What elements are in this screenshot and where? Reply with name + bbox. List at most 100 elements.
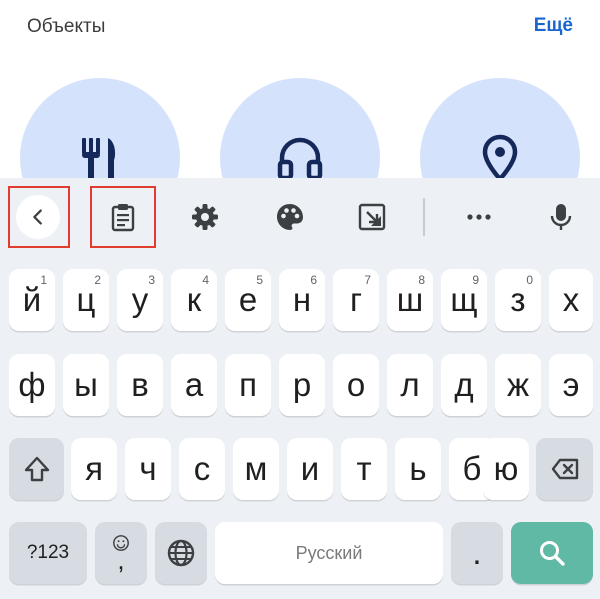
- key-label: о: [346, 366, 366, 403]
- key-label: к: [186, 281, 202, 318]
- backspace-icon: [551, 458, 578, 480]
- search-icon: [540, 541, 565, 566]
- key-е[interactable]: е5: [225, 269, 271, 331]
- highlight-back: [8, 186, 70, 248]
- key-у[interactable]: у3: [117, 269, 163, 331]
- key-м[interactable]: м: [233, 438, 279, 500]
- key-label: ф: [18, 366, 46, 403]
- space-label: Русский: [295, 542, 363, 563]
- key-ш[interactable]: ш8: [387, 269, 433, 331]
- key-hint: 5: [256, 273, 263, 287]
- key-label: ы: [74, 366, 98, 403]
- key-label: ,: [117, 545, 125, 575]
- language-key[interactable]: [155, 522, 207, 584]
- shift-icon: [24, 456, 49, 482]
- key-э[interactable]: э: [549, 354, 593, 416]
- key-label: в: [131, 366, 149, 403]
- key-hint: 9: [472, 273, 479, 287]
- key-к[interactable]: к4: [171, 269, 217, 331]
- key-label: а: [184, 366, 204, 403]
- key-hint: 2: [94, 273, 101, 287]
- key-label: ж: [506, 366, 530, 403]
- key-п[interactable]: п: [225, 354, 271, 416]
- toolbar-divider: [423, 198, 425, 236]
- key-ц[interactable]: ц2: [63, 269, 109, 331]
- key-р[interactable]: р: [279, 354, 325, 416]
- key-hint: 3: [148, 273, 155, 287]
- key-label: н: [292, 281, 312, 318]
- key-label: и: [300, 450, 320, 487]
- key-hint: 6: [310, 273, 317, 287]
- globe-icon: [167, 539, 195, 567]
- key-ч[interactable]: ч: [125, 438, 171, 500]
- key-label: ч: [139, 450, 157, 487]
- location-pin-icon: [482, 134, 518, 182]
- more-button[interactable]: [451, 188, 507, 246]
- key-л[interactable]: л: [387, 354, 433, 416]
- space-key[interactable]: Русский: [215, 522, 443, 584]
- key-ю[interactable]: ю: [483, 438, 529, 500]
- key-label: э: [562, 366, 580, 403]
- key-ж[interactable]: ж: [495, 354, 541, 416]
- settings-button[interactable]: [177, 188, 233, 246]
- key-о[interactable]: о: [333, 354, 379, 416]
- backspace-key[interactable]: [536, 438, 593, 500]
- mic-icon: [550, 204, 572, 230]
- key-ф[interactable]: ф: [9, 354, 55, 416]
- key-label: т: [356, 450, 372, 487]
- key-щ[interactable]: щ9: [441, 269, 487, 331]
- key-label: ?123: [26, 542, 70, 563]
- key-х[interactable]: х: [549, 269, 593, 331]
- key-label: д: [454, 366, 474, 403]
- more-dots-icon: [467, 214, 491, 220]
- key-д[interactable]: д: [441, 354, 487, 416]
- voice-input-button[interactable]: [533, 188, 589, 246]
- key-label: м: [244, 450, 268, 487]
- highlight-clipboard: [90, 186, 156, 248]
- key-й[interactable]: й1: [9, 269, 55, 331]
- key-я[interactable]: я: [71, 438, 117, 500]
- symbols-key[interactable]: ?123: [9, 522, 87, 584]
- key-label: б: [462, 450, 482, 487]
- resize-button[interactable]: [344, 188, 400, 246]
- keyboard: й1 ц2 у3 к4 е5 н6 г7 ш8 щ9 з0 х ф ы в а …: [0, 178, 600, 599]
- key-label: у: [131, 281, 149, 318]
- key-label: р: [292, 366, 312, 403]
- key-т[interactable]: т: [341, 438, 387, 500]
- period-key[interactable]: .: [451, 522, 503, 584]
- more-link[interactable]: Ещё: [534, 15, 573, 37]
- keyboard-toolbar: [0, 178, 600, 258]
- theme-button[interactable]: [262, 188, 318, 246]
- header: Объекты Ещё: [0, 0, 600, 60]
- key-с[interactable]: с: [179, 438, 225, 500]
- key-н[interactable]: н6: [279, 269, 325, 331]
- key-label: з: [510, 281, 526, 318]
- key-label: л: [400, 366, 420, 403]
- key-label: ю: [493, 450, 519, 487]
- shift-key[interactable]: [9, 438, 64, 500]
- key-label: ц: [76, 281, 96, 318]
- key-г[interactable]: г7: [333, 269, 379, 331]
- restaurant-icon: [82, 138, 116, 180]
- emoji-comma-key[interactable]: ,: [95, 522, 147, 584]
- key-в[interactable]: в: [117, 354, 163, 416]
- key-hint: 8: [418, 273, 425, 287]
- section-title: Объекты: [27, 16, 106, 37]
- key-label: й: [22, 281, 42, 318]
- key-ь[interactable]: ь: [395, 438, 441, 500]
- key-ы[interactable]: ы: [63, 354, 109, 416]
- key-label: х: [562, 281, 580, 318]
- key-и[interactable]: и: [287, 438, 333, 500]
- key-а[interactable]: а: [171, 354, 217, 416]
- key-з[interactable]: з0: [495, 269, 541, 331]
- key-label: .: [472, 534, 482, 571]
- key-label: е: [238, 281, 258, 318]
- key-label: с: [193, 450, 211, 487]
- key-hint: 4: [202, 273, 209, 287]
- key-label: я: [85, 450, 103, 487]
- key-label: ь: [409, 450, 427, 487]
- key-hint: 1: [40, 273, 47, 287]
- search-key[interactable]: [511, 522, 593, 584]
- resize-icon: [358, 203, 386, 231]
- key-hint: 7: [364, 273, 371, 287]
